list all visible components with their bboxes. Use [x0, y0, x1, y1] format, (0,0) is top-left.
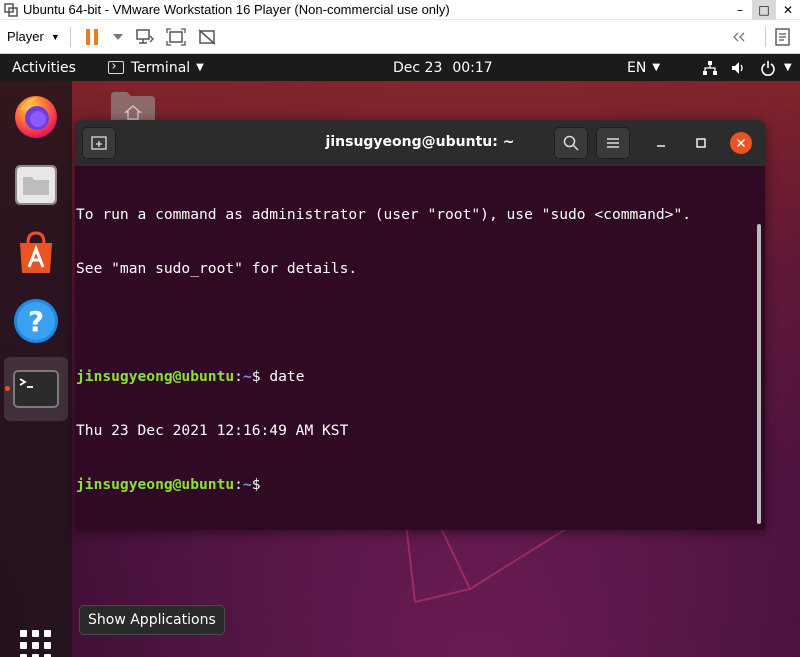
- terminal-prompt-line: jinsugyeong@ubuntu:~$ date: [76, 368, 764, 386]
- vmware-logo-icon: [4, 2, 18, 17]
- vmware-title-bar: Ubuntu 64-bit - VMware Workstation 16 Pl…: [0, 0, 800, 20]
- close-icon: [736, 138, 746, 148]
- terminal-scrollbar[interactable]: [757, 224, 761, 524]
- show-applications-tooltip: Show Applications: [79, 605, 225, 635]
- terminal-icon: [108, 61, 124, 74]
- window-title: Ubuntu 64-bit - VMware Workstation 16 Pl…: [23, 2, 450, 17]
- power-icon[interactable]: [760, 60, 776, 76]
- terminal-window[interactable]: jinsugyeong@ubuntu: ~ To run a command a…: [75, 120, 765, 530]
- prompt-colon: :: [234, 368, 243, 385]
- prompt-colon: :: [234, 476, 243, 493]
- prompt-user: jinsugyeong@ubuntu: [76, 368, 235, 385]
- dock-ubuntu-software[interactable]: [4, 221, 68, 285]
- chevron-down-icon: ▼: [50, 31, 60, 42]
- dock-terminal[interactable]: [4, 357, 68, 421]
- player-menu-label: Player: [7, 29, 44, 44]
- dock-files[interactable]: [4, 153, 68, 217]
- app-menu-label: Terminal: [131, 59, 191, 76]
- show-applications-button[interactable]: [4, 615, 68, 657]
- search-icon: [563, 135, 579, 151]
- pause-dropdown-icon[interactable]: [112, 26, 124, 48]
- input-language-label: EN: [627, 59, 647, 76]
- pause-icon[interactable]: [81, 26, 103, 48]
- toolbar-divider: [765, 27, 766, 47]
- terminal-line: See "man sudo_root" for details.: [76, 260, 358, 277]
- activities-button[interactable]: Activities: [12, 60, 76, 76]
- running-indicator: [5, 386, 10, 391]
- terminal-line: Thu 23 Dec 2021 12:16:49 AM KST: [76, 422, 349, 439]
- full-screen-icon[interactable]: [165, 26, 187, 48]
- terminal-prompt-line: jinsugyeong@ubuntu:~$: [76, 476, 764, 494]
- system-tray: EN ▼ ▼: [627, 54, 792, 81]
- terminal-minimize-button[interactable]: [650, 132, 672, 154]
- dock-firefox[interactable]: [4, 84, 68, 148]
- search-button[interactable]: [554, 127, 588, 159]
- ubuntu-software-icon: [20, 231, 52, 273]
- maximize-icon: [696, 138, 706, 148]
- clock-date: Dec 23: [393, 59, 443, 76]
- minimize-icon: [657, 145, 665, 147]
- ubuntu-desktop: Activities Terminal ▼ Dec 23 00:17 EN ▼: [0, 54, 800, 657]
- vmware-toolbar: Player ▼: [0, 20, 800, 54]
- typed-command: date: [260, 368, 305, 385]
- top-panel: Activities Terminal ▼ Dec 23 00:17 EN ▼: [0, 54, 800, 81]
- menu-button[interactable]: [596, 127, 630, 159]
- terminal-header-bar[interactable]: jinsugyeong@ubuntu: ~: [75, 120, 765, 166]
- files-icon: [15, 165, 57, 205]
- help-icon: ?: [14, 299, 58, 343]
- send-ctrl-alt-del-icon[interactable]: [134, 26, 156, 48]
- prompt-path: ~: [242, 368, 252, 385]
- chevron-down-icon: ▼: [652, 62, 661, 73]
- dock-help[interactable]: ?: [4, 289, 68, 353]
- toolbar-divider: [69, 26, 71, 47]
- prompt-user: jinsugyeong@ubuntu: [76, 476, 235, 493]
- svg-text:?: ?: [28, 305, 44, 338]
- unity-mode-icon[interactable]: [196, 26, 218, 48]
- collapse-toolbar-icon[interactable]: [728, 26, 750, 48]
- player-menu[interactable]: Player ▼: [7, 29, 60, 44]
- input-language-menu[interactable]: EN ▼: [627, 60, 660, 76]
- minimize-button[interactable]: –: [728, 0, 752, 20]
- prompt-path: ~: [242, 476, 252, 493]
- chevron-down-icon[interactable]: ▼: [784, 62, 792, 73]
- chevron-down-icon: ▼: [196, 62, 204, 73]
- terminal-line: To run a command as administrator (user …: [76, 206, 692, 223]
- notes-icon[interactable]: [772, 26, 794, 48]
- clock[interactable]: Dec 23 00:17: [393, 54, 493, 81]
- terminal-output[interactable]: To run a command as administrator (user …: [75, 166, 765, 530]
- maximize-button[interactable]: □: [752, 0, 776, 20]
- terminal-maximize-button[interactable]: [690, 132, 712, 154]
- network-icon[interactable]: [702, 60, 718, 76]
- apps-grid-icon: [20, 630, 51, 657]
- prompt-dollar: $: [251, 476, 261, 493]
- hamburger-menu-icon: [607, 138, 619, 148]
- terminal-icon: [13, 370, 59, 408]
- close-button[interactable]: ✕: [776, 0, 800, 20]
- app-menu[interactable]: Terminal ▼: [108, 54, 204, 81]
- prompt-dollar: $: [251, 368, 261, 385]
- dock: ?: [0, 81, 72, 657]
- volume-icon[interactable]: [730, 60, 746, 76]
- terminal-close-button[interactable]: [730, 132, 752, 154]
- firefox-icon: [15, 96, 57, 138]
- clock-time: 00:17: [452, 59, 493, 76]
